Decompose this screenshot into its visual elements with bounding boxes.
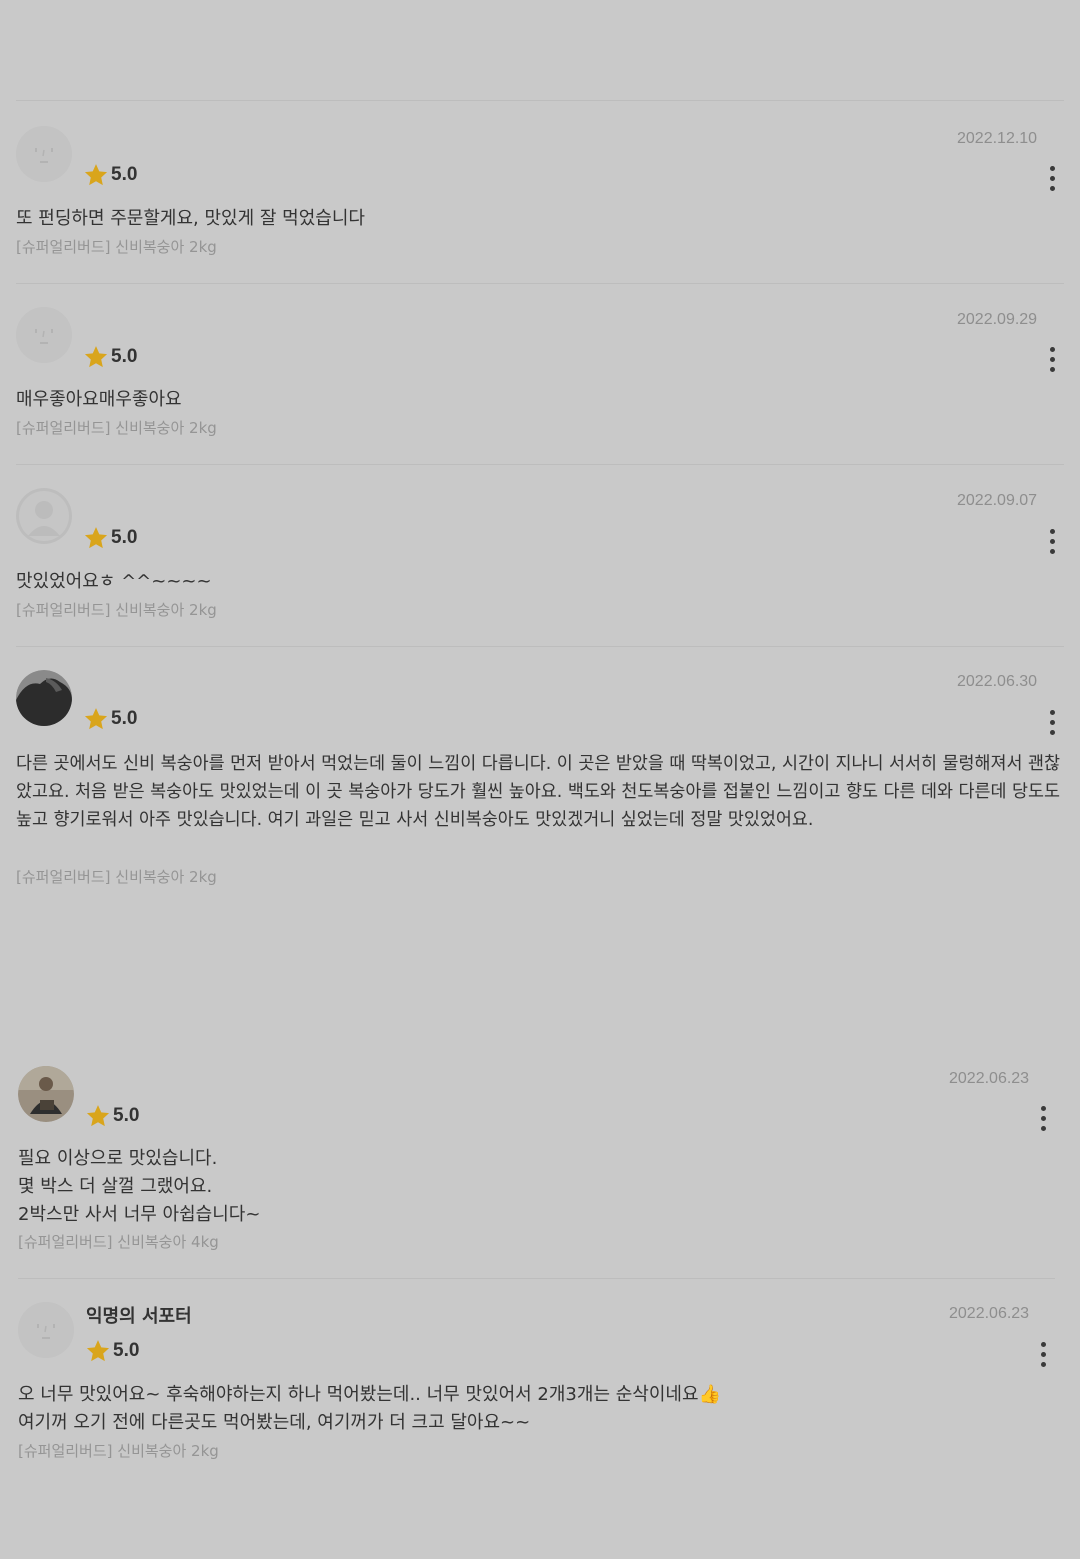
- photo-avatar-person: [18, 1066, 74, 1122]
- rating: 5.0: [85, 1103, 139, 1129]
- divider: [16, 100, 1064, 101]
- rating: 5.0: [85, 1338, 139, 1364]
- review-text: 또 펀딩하면 주문할게요, 맛있게 잘 먹었습니다: [16, 208, 365, 229]
- rating: 5.0: [83, 344, 137, 370]
- person-silhouette-icon: [16, 488, 72, 544]
- more-options-button[interactable]: [1031, 1102, 1055, 1136]
- review-date: 2022.06.30: [957, 673, 1038, 690]
- star-icon: [86, 1340, 110, 1362]
- avatar: [16, 126, 72, 182]
- face-placeholder-icon: [16, 307, 72, 363]
- review-text: 매우좋아요매우좋아요: [16, 389, 182, 410]
- rating-value: 5.0: [113, 1340, 140, 1361]
- purchase-option: [슈퍼얼리버드] 신비복숭아 2kg: [16, 238, 217, 256]
- rating-value: 5.0: [111, 708, 138, 729]
- rating-value: 5.0: [113, 1105, 140, 1126]
- star-icon: [84, 346, 108, 368]
- review-text: 맛있었어요ㅎ ^^~~~~: [16, 571, 212, 592]
- rating-value: 5.0: [111, 164, 138, 185]
- avatar: [16, 488, 72, 544]
- review-date: 2022.09.29: [957, 311, 1038, 328]
- photo-avatar-dark: [16, 670, 72, 726]
- star-icon: [84, 708, 108, 730]
- review-date: 2022.06.23: [949, 1070, 1030, 1087]
- more-options-button[interactable]: [1040, 525, 1064, 559]
- rating-value: 5.0: [111, 346, 138, 367]
- more-options-button[interactable]: [1031, 1338, 1055, 1372]
- star-icon: [86, 1105, 110, 1127]
- star-icon: [84, 527, 108, 549]
- avatar: [16, 307, 72, 363]
- divider: [16, 646, 1064, 647]
- review-text: 필요 이상으로 맛있습니다. 몇 박스 더 살껄 그랬어요. 2박스만 사서 너…: [18, 1148, 261, 1225]
- star-icon: [84, 164, 108, 186]
- divider: [16, 283, 1064, 284]
- divider: [18, 1278, 1055, 1279]
- rating: 5.0: [83, 706, 137, 732]
- rating: 5.0: [83, 162, 137, 188]
- purchase-option: [슈퍼얼리버드] 신비복숭아 2kg: [16, 868, 217, 886]
- face-placeholder-icon: [18, 1302, 74, 1358]
- reviewer-nickname: 익명의 서포터: [86, 1306, 192, 1327]
- avatar: [16, 670, 72, 726]
- review-text: 다른 곳에서도 신비 복숭아를 먼저 받아서 먹었는데 둘이 느낌이 다릅니다.…: [16, 754, 1066, 830]
- more-options-button[interactable]: [1040, 706, 1064, 740]
- purchase-option: [슈퍼얼리버드] 신비복숭아 2kg: [18, 1442, 219, 1460]
- avatar: [18, 1066, 74, 1122]
- review-date: 2022.12.10: [957, 130, 1038, 147]
- review-text: 오 너무 맛있어요~ 후숙해야하는지 하나 먹어봤는데.. 너무 맛있어서 2개…: [18, 1384, 721, 1433]
- purchase-option: [슈퍼얼리버드] 신비복숭아 2kg: [16, 601, 217, 619]
- more-options-button[interactable]: [1040, 343, 1064, 377]
- purchase-option: [슈퍼얼리버드] 신비복숭아 2kg: [16, 419, 217, 437]
- rating-value: 5.0: [111, 527, 138, 548]
- rating: 5.0: [83, 525, 137, 551]
- purchase-option: [슈퍼얼리버드] 신비복숭아 4kg: [18, 1233, 219, 1251]
- divider: [16, 464, 1064, 465]
- review-date: 2022.06.23: [949, 1305, 1030, 1322]
- review-date: 2022.09.07: [957, 492, 1038, 509]
- more-options-button[interactable]: [1040, 162, 1064, 196]
- avatar: [18, 1302, 74, 1358]
- face-placeholder-icon: [16, 126, 72, 182]
